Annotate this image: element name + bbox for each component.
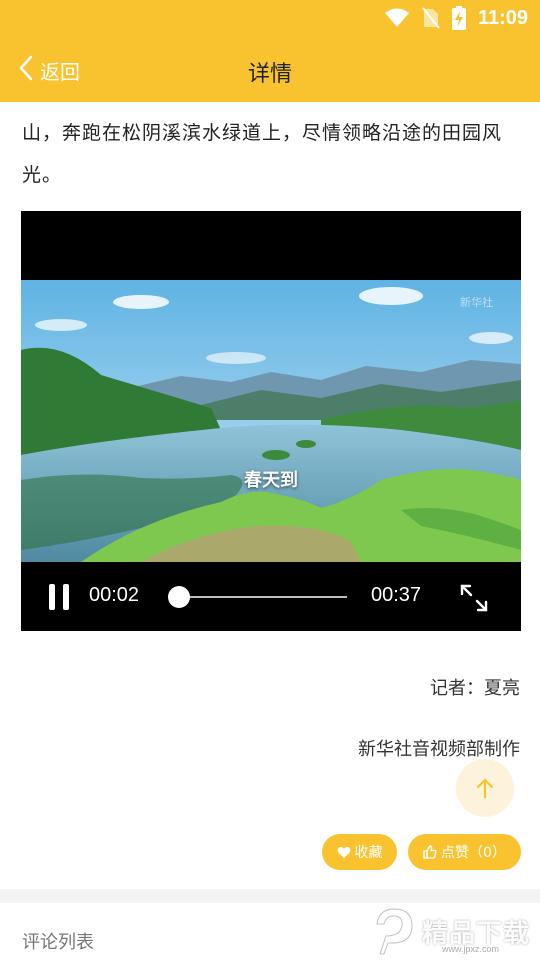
total-time: 00:37: [371, 584, 422, 606]
back-to-top-button[interactable]: [456, 759, 514, 817]
heart-icon: [337, 846, 350, 858]
battery-charging-icon: [451, 6, 466, 30]
video-frame[interactable]: 新华社 春天到: [21, 280, 521, 562]
status-bar: 11:09: [0, 0, 540, 36]
comments-title: 评论列表: [22, 932, 94, 953]
nav-bar: 返回 详情: [0, 36, 540, 102]
reporter-credit: 记者：夏亮: [430, 678, 520, 699]
arrow-up-icon: [476, 778, 494, 799]
collect-label: 收藏: [354, 845, 383, 861]
wifi-icon: [384, 8, 410, 28]
current-time: 00:02: [89, 584, 140, 606]
video-caption: 春天到: [244, 470, 298, 491]
seek-thumb[interactable]: [167, 586, 190, 608]
pause-button[interactable]: [47, 584, 71, 610]
like-label: 点赞（0）: [441, 845, 506, 861]
like-button[interactable]: 点赞（0）: [408, 834, 521, 870]
seek-track: [169, 596, 347, 598]
fullscreen-button[interactable]: [458, 582, 490, 614]
no-sim-icon: [422, 7, 440, 29]
producer-credit: 新华社音视频部制作: [358, 739, 520, 760]
brand-watermark: 精品下载 www.jpxz.com: [372, 902, 540, 960]
video-player[interactable]: 新华社 春天到 00:02 00:37: [21, 211, 521, 631]
video-controls: 00:02 00:37: [21, 562, 521, 631]
thumbs-up-icon: [423, 845, 437, 859]
status-clock: 11:09: [477, 6, 528, 29]
page-title: 详情: [247, 62, 292, 87]
app-bar: 11:09 返回 详情: [0, 0, 540, 102]
pause-icon: [49, 584, 55, 610]
video-scene-image: [21, 280, 521, 562]
article-paragraph: 山，奔跑在松阴溪滨水绿道上，尽情领略沿途的田园风光。: [22, 122, 503, 186]
section-divider: [0, 889, 540, 903]
video-watermark: 新华社: [460, 296, 493, 309]
expand-icon: [460, 584, 488, 612]
seek-bar[interactable]: [167, 586, 347, 608]
pause-icon-bar: [63, 584, 69, 610]
brand-logo: [376, 908, 413, 955]
collect-button[interactable]: 收藏: [322, 834, 397, 870]
brand-url: www.jpxz.com: [442, 944, 500, 954]
